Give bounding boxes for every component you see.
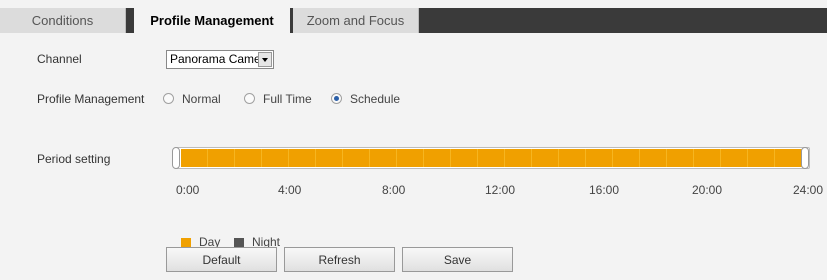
radio-normal-label: Normal [182, 92, 221, 106]
channel-label: Channel [37, 52, 82, 66]
period-start-handle[interactable] [172, 147, 180, 169]
radio-schedule-label: Schedule [350, 92, 401, 106]
period-setting-label: Period setting [37, 152, 111, 166]
radio-full-time[interactable] [244, 93, 255, 104]
radio-full-time-label: Full Time [263, 92, 312, 106]
tick-label: 20:00 [692, 183, 723, 197]
radio-schedule[interactable] [331, 93, 342, 104]
channel-select[interactable]: Panorama Came [166, 50, 274, 69]
tab-conditions[interactable]: Conditions [0, 8, 126, 33]
day-period-fill [181, 149, 803, 167]
period-end-handle[interactable] [801, 147, 809, 169]
tab-zoom-and-focus[interactable]: Zoom and Focus [293, 8, 419, 33]
radio-normal[interactable] [163, 93, 174, 104]
chevron-down-icon[interactable] [258, 52, 272, 67]
tick-label: 0:00 [176, 183, 200, 197]
tick-label: 4:00 [278, 183, 302, 197]
profile-management-label: Profile Management [37, 92, 145, 106]
channel-select-value: Panorama Came [170, 52, 261, 66]
tab-profile-management[interactable]: Profile Management [134, 8, 290, 33]
tick-label: 16:00 [589, 183, 620, 197]
tick-label: 24:00 [793, 183, 824, 197]
tick-label: 12:00 [485, 183, 516, 197]
save-button[interactable]: Save [402, 247, 513, 272]
refresh-button[interactable]: Refresh [284, 247, 395, 272]
default-button[interactable]: Default [166, 247, 277, 272]
tick-label: 8:00 [382, 183, 406, 197]
